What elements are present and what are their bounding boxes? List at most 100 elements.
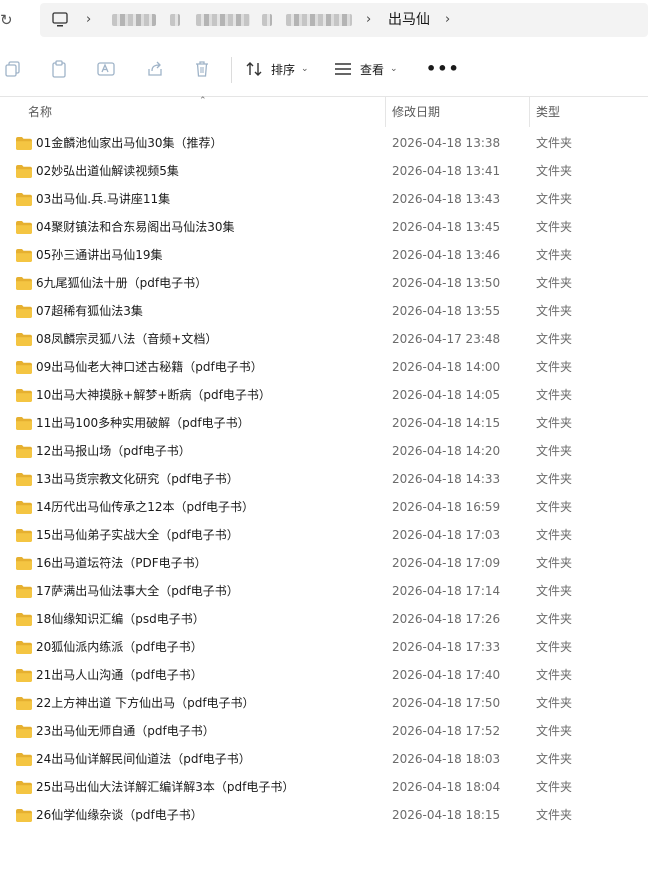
file-row[interactable]: 03出马仙.兵.马讲座11集 2026-04-18 13:43 文件夹 xyxy=(0,185,648,213)
file-name[interactable]: 05孙三通讲出马仙19集 xyxy=(36,241,163,269)
more-options-button[interactable]: ••• xyxy=(426,59,460,78)
file-type: 文件夹 xyxy=(536,136,573,150)
folder-icon xyxy=(16,277,32,290)
file-row[interactable]: 23出马仙无师自通（pdf电子书） 2026-04-18 17:52 文件夹 xyxy=(0,717,648,745)
file-name[interactable]: 01金麟池仙家出马仙30集（推荐） xyxy=(36,129,223,157)
file-row[interactable]: 13出马货宗教文化研究（pdf电子书） 2026-04-18 14:33 文件夹 xyxy=(0,465,648,493)
file-row[interactable]: 18仙缘知识汇编（psd电子书） 2026-04-18 17:26 文件夹 xyxy=(0,605,648,633)
file-type: 文件夹 xyxy=(536,808,573,822)
file-modified-date: 2026-04-18 13:41 xyxy=(392,164,501,178)
file-name[interactable]: 14历代出马仙传承之12本（pdf电子书） xyxy=(36,493,254,521)
file-row[interactable]: 02妙弘出道仙解读视频5集 2026-04-18 13:41 文件夹 xyxy=(0,157,648,185)
breadcrumb-chevron-icon[interactable]: › xyxy=(445,11,450,29)
file-name[interactable]: 02妙弘出道仙解读视频5集 xyxy=(36,157,179,185)
file-name[interactable]: 10出马大神摸脉+解梦+断病（pdf电子书） xyxy=(36,381,271,409)
file-name[interactable]: 23出马仙无师自通（pdf电子书） xyxy=(36,717,215,745)
copy-icon[interactable] xyxy=(4,60,22,78)
file-row[interactable]: 01金麟池仙家出马仙30集（推荐） 2026-04-18 13:38 文件夹 xyxy=(0,129,648,157)
file-row[interactable]: 10出马大神摸脉+解梦+断病（pdf电子书） 2026-04-18 14:05 文件… xyxy=(0,381,648,409)
file-type: 文件夹 xyxy=(536,556,573,570)
rename-icon[interactable] xyxy=(97,60,115,78)
folder-icon xyxy=(16,557,32,570)
file-row[interactable]: 21出马人山沟通（pdf电子书） 2026-04-18 17:40 文件夹 xyxy=(0,661,648,689)
file-row[interactable]: 17萨满出马仙法事大全（pdf电子书） 2026-04-18 17:14 文件夹 xyxy=(0,577,648,605)
address-bar[interactable]: › › 出马仙 › xyxy=(40,3,648,37)
file-row[interactable]: 08凤麟宗灵狐八法（音频+文档） 2026-04-17 23:48 文件夹 xyxy=(0,325,648,353)
file-name[interactable]: 09出马仙老大神口述古秘籍（pdf电子书） xyxy=(36,353,263,381)
folder-icon xyxy=(16,445,32,458)
column-header-modified[interactable]: 修改日期 xyxy=(392,105,440,119)
file-name[interactable]: 11出马100多种实用破解（pdf电子书） xyxy=(36,409,250,437)
sort-icon xyxy=(246,62,262,76)
file-modified-date: 2026-04-18 17:26 xyxy=(392,612,501,626)
file-type: 文件夹 xyxy=(536,332,573,346)
column-header-type[interactable]: 类型 xyxy=(536,105,560,119)
file-name[interactable]: 22上方神出道 下方仙出马（pdf电子书） xyxy=(36,689,255,717)
file-row[interactable]: 12出马报山场（pdf电子书） 2026-04-18 14:20 文件夹 xyxy=(0,437,648,465)
file-name[interactable]: 20狐仙派内练派（pdf电子书） xyxy=(36,633,203,661)
chevron-down-icon: ⌄ xyxy=(301,64,309,74)
file-row[interactable]: 22上方神出道 下方仙出马（pdf电子书） 2026-04-18 17:50 文件夹 xyxy=(0,689,648,717)
file-type: 文件夹 xyxy=(536,220,573,234)
file-type: 文件夹 xyxy=(536,752,573,766)
file-name[interactable]: 12出马报山场（pdf电子书） xyxy=(36,437,191,465)
file-row[interactable]: 14历代出马仙传承之12本（pdf电子书） 2026-04-18 16:59 文件夹 xyxy=(0,493,648,521)
file-modified-date: 2026-04-18 13:45 xyxy=(392,220,501,234)
file-row[interactable]: 24出马仙详解民间仙道法（pdf电子书） 2026-04-18 18:03 文件夹 xyxy=(0,745,648,773)
toolbar-divider xyxy=(231,57,232,83)
file-modified-date: 2026-04-18 17:14 xyxy=(392,584,501,598)
column-resize-handle[interactable] xyxy=(385,97,386,127)
folder-icon xyxy=(16,193,32,206)
folder-icon xyxy=(16,249,32,262)
refresh-icon[interactable]: ↻ xyxy=(0,10,18,30)
file-type: 文件夹 xyxy=(536,780,573,794)
folder-icon xyxy=(16,613,32,626)
file-row[interactable]: 04聚财镇法和合东易阁出马仙法30集 2026-04-18 13:45 文件夹 xyxy=(0,213,648,241)
file-name[interactable]: 04聚财镇法和合东易阁出马仙法30集 xyxy=(36,213,235,241)
breadcrumb-chevron-icon[interactable]: › xyxy=(86,11,91,29)
file-name[interactable]: 26仙学仙缘杂谈（pdf电子书） xyxy=(36,801,203,829)
folder-icon xyxy=(16,473,32,486)
file-row[interactable]: 11出马100多种实用破解（pdf电子书） 2026-04-18 14:15 文件夹 xyxy=(0,409,648,437)
file-name[interactable]: 07超稀有狐仙法3集 xyxy=(36,297,143,325)
delete-icon[interactable] xyxy=(193,60,211,78)
file-row[interactable]: 09出马仙老大神口述古秘籍（pdf电子书） 2026-04-18 14:00 文件夹 xyxy=(0,353,648,381)
file-name[interactable]: 18仙缘知识汇编（psd电子书） xyxy=(36,605,205,633)
file-name[interactable]: 16出马道坛符法（PDF电子书） xyxy=(36,549,207,577)
file-modified-date: 2026-04-18 17:40 xyxy=(392,668,501,682)
file-modified-date: 2026-04-18 18:03 xyxy=(392,752,501,766)
file-type: 文件夹 xyxy=(536,472,573,486)
view-button[interactable]: 查看 ⌄ xyxy=(334,57,398,81)
file-row[interactable]: 07超稀有狐仙法3集 2026-04-18 13:55 文件夹 xyxy=(0,297,648,325)
file-name[interactable]: 6九尾狐仙法十册（pdf电子书） xyxy=(36,269,207,297)
file-type: 文件夹 xyxy=(536,584,573,598)
file-row[interactable]: 6九尾狐仙法十册（pdf电子书） 2026-04-18 13:50 文件夹 xyxy=(0,269,648,297)
file-name[interactable]: 13出马货宗教文化研究（pdf电子书） xyxy=(36,465,239,493)
file-name[interactable]: 25出马出仙大法详解汇编详解3本（pdf电子书） xyxy=(36,773,294,801)
file-row[interactable]: 15出马仙弟子实战大全（pdf电子书） 2026-04-18 17:03 文件夹 xyxy=(0,521,648,549)
share-icon[interactable] xyxy=(146,60,164,78)
breadcrumb-current-folder[interactable]: 出马仙 xyxy=(388,11,430,29)
sort-button[interactable]: 排序 ⌄ xyxy=(245,57,309,81)
breadcrumb-chevron-icon[interactable]: › xyxy=(366,11,371,29)
column-resize-handle[interactable] xyxy=(529,97,530,127)
folder-icon xyxy=(16,501,32,514)
file-name[interactable]: 17萨满出马仙法事大全（pdf电子书） xyxy=(36,577,239,605)
file-name[interactable]: 24出马仙详解民间仙道法（pdf电子书） xyxy=(36,745,251,773)
file-name[interactable]: 08凤麟宗灵狐八法（音频+文档） xyxy=(36,325,217,353)
column-header-name[interactable]: 名称 xyxy=(28,105,52,119)
file-row[interactable]: 26仙学仙缘杂谈（pdf电子书） 2026-04-18 18:15 文件夹 xyxy=(0,801,648,829)
paste-icon[interactable] xyxy=(50,60,68,78)
this-pc-icon[interactable] xyxy=(52,11,68,29)
file-name[interactable]: 21出马人山沟通（pdf电子书） xyxy=(36,661,203,689)
file-row[interactable]: 16出马道坛符法（PDF电子书） 2026-04-18 17:09 文件夹 xyxy=(0,549,648,577)
address-bar-row: ↻ › › 出马仙 › xyxy=(0,0,648,40)
file-row[interactable]: 05孙三通讲出马仙19集 2026-04-18 13:46 文件夹 xyxy=(0,241,648,269)
column-header: 名称 修改日期 类型 xyxy=(0,97,648,127)
file-row[interactable]: 20狐仙派内练派（pdf电子书） 2026-04-18 17:33 文件夹 xyxy=(0,633,648,661)
file-row[interactable]: 25出马出仙大法详解汇编详解3本（pdf电子书） 2026-04-18 18:04… xyxy=(0,773,648,801)
file-name[interactable]: 15出马仙弟子实战大全（pdf电子书） xyxy=(36,521,239,549)
file-modified-date: 2026-04-18 17:03 xyxy=(392,528,501,542)
file-name[interactable]: 03出马仙.兵.马讲座11集 xyxy=(36,185,170,213)
view-icon xyxy=(335,63,351,75)
